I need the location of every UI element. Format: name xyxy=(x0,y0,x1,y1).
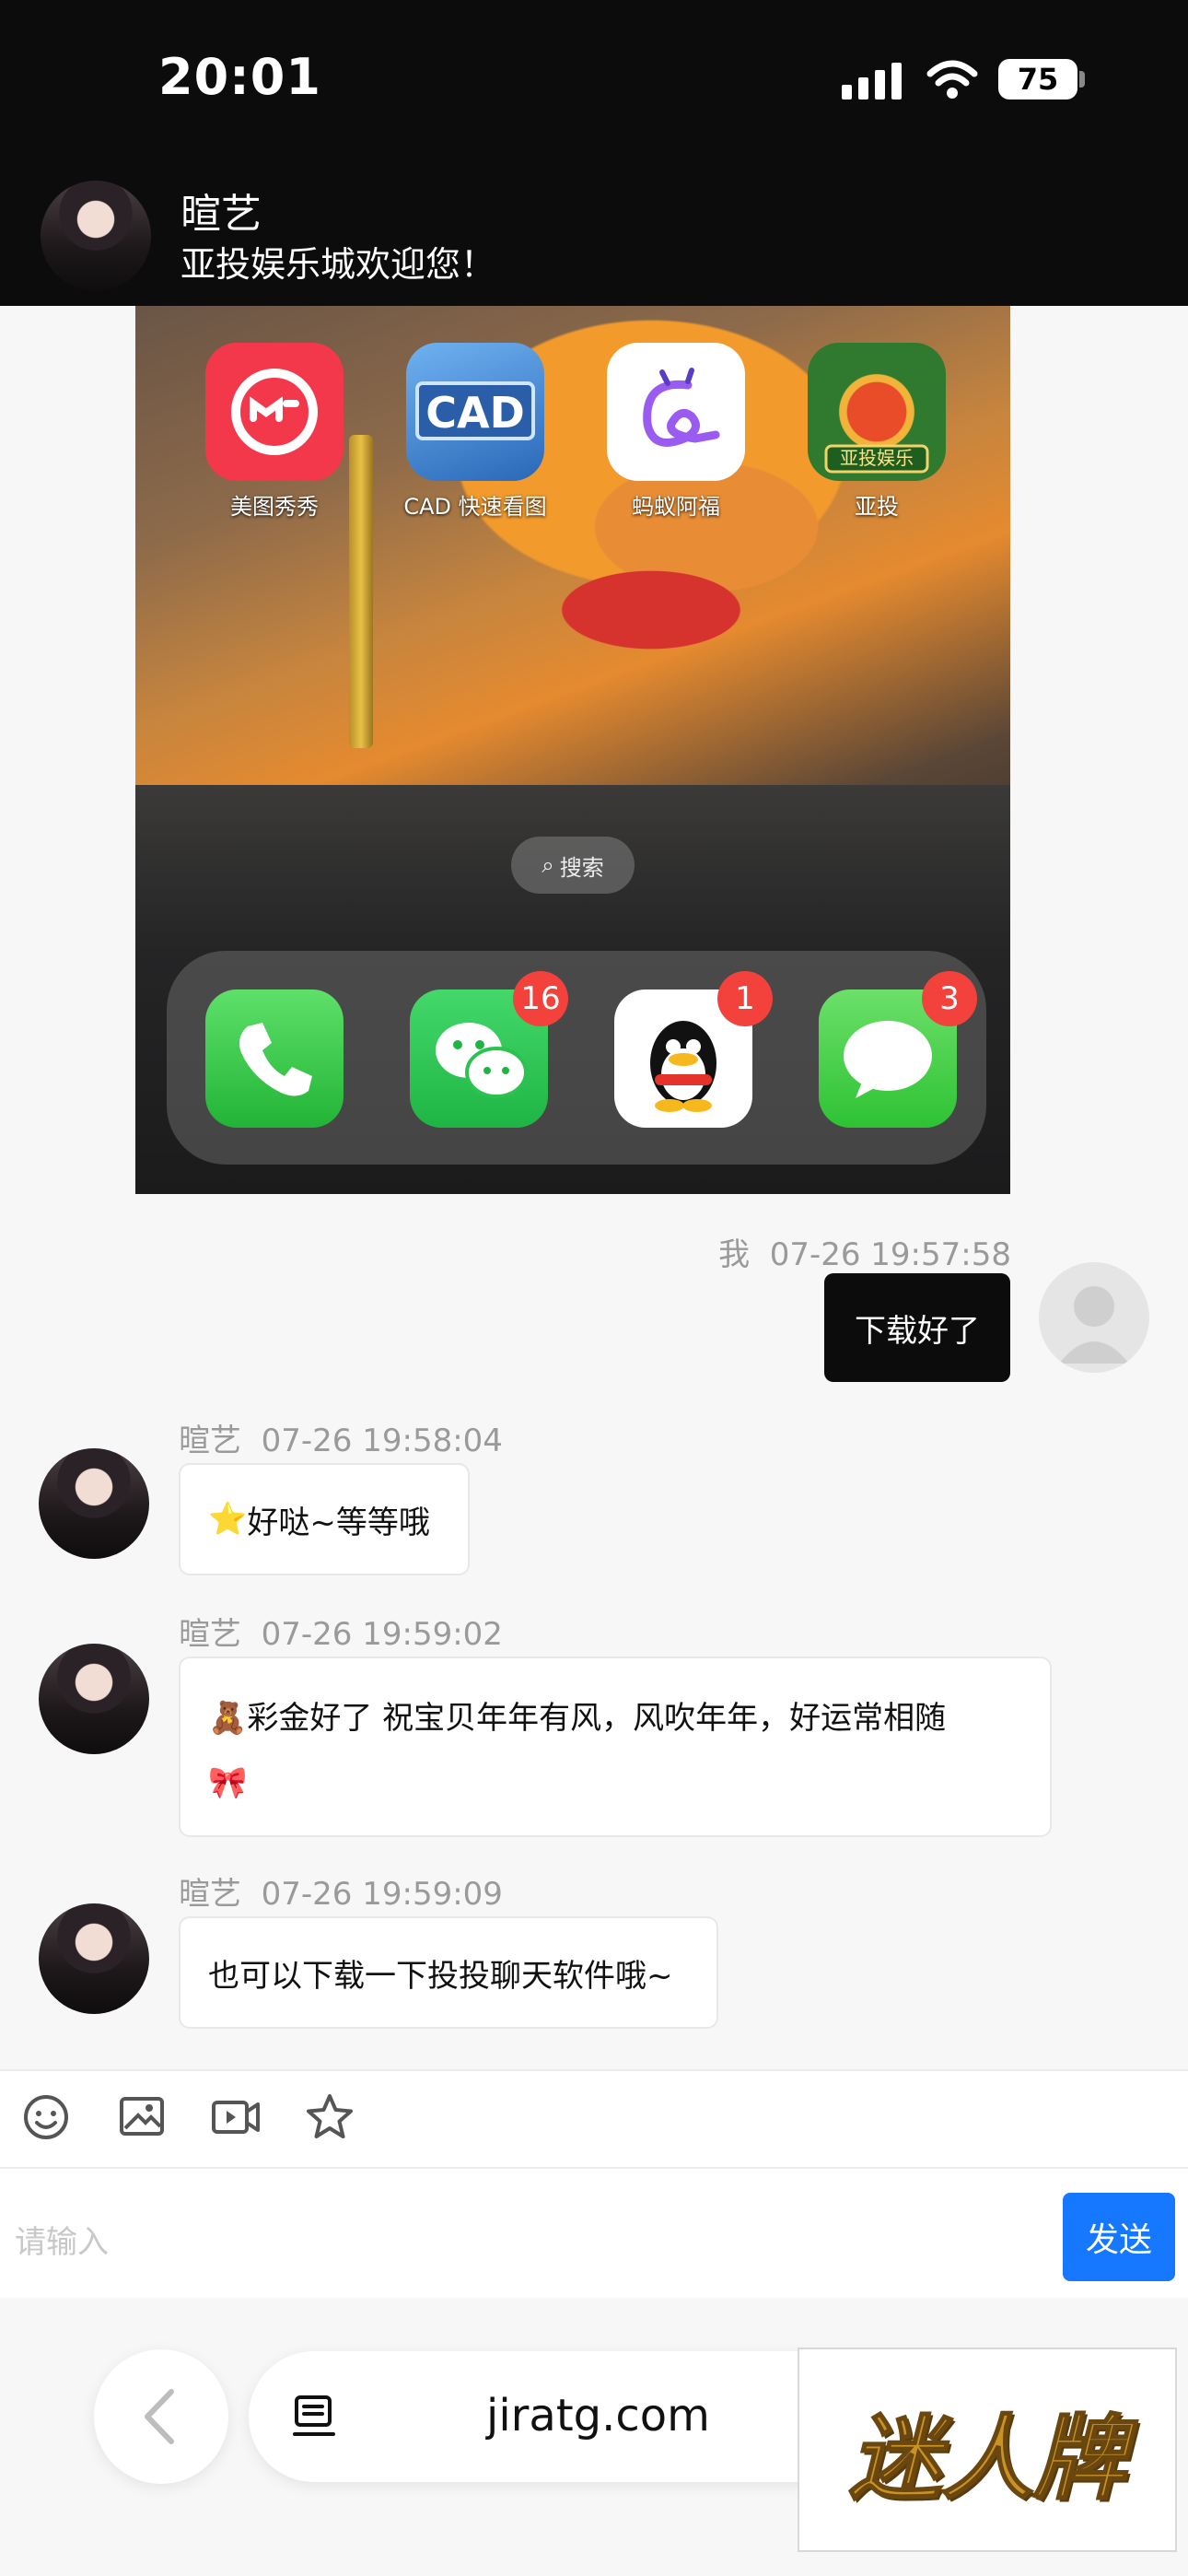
star-emoji-icon: ⭐ xyxy=(208,1501,248,1538)
chat-header xyxy=(0,166,1188,306)
wifi-icon xyxy=(926,60,978,99)
message-time: 07-26 19:59:09 xyxy=(261,1876,503,1913)
search-icon: ⌕ xyxy=(542,852,554,878)
phone-icon[interactable] xyxy=(205,989,344,1128)
app-label-cad: CAD 快速看图 xyxy=(403,494,547,520)
send-button[interactable]: 发送 xyxy=(1063,2193,1175,2281)
my-avatar[interactable] xyxy=(1039,1262,1149,1373)
app-label-yatou: 亚投 xyxy=(855,494,899,520)
app-label-ant-afu: 蚂蚁阿福 xyxy=(632,494,720,520)
messages-icon[interactable]: 3 xyxy=(819,971,977,1128)
reader-menu-icon[interactable] xyxy=(291,2394,337,2440)
outgoing-bubble[interactable]: 下载好了 xyxy=(824,1273,1010,1382)
message-meta: 暄艺 07-26 19:58:04 xyxy=(179,1415,503,1460)
message-sender: 暄艺 xyxy=(179,1876,241,1913)
battery-indicator: 75 xyxy=(998,59,1077,100)
message-time: 07-26 19:57:58 xyxy=(769,1236,1011,1273)
svg-text:亚投娱乐: 亚投娱乐 xyxy=(840,447,914,469)
cad-icon[interactable]: CAD xyxy=(406,343,544,481)
ant-afu-icon[interactable] xyxy=(607,343,745,481)
contact-avatar[interactable] xyxy=(39,1903,149,2014)
contact-avatar[interactable] xyxy=(39,1448,149,1559)
app-label-meitu: 美图秀秀 xyxy=(230,494,319,520)
message-meta: 暄艺 07-26 19:59:09 xyxy=(179,1868,503,1914)
cellular-signal-icon xyxy=(842,61,906,100)
message-text: 下载好了 xyxy=(855,1312,980,1350)
contact-subtitle: 亚投娱乐城欢迎您！ xyxy=(181,244,496,285)
ad-banner[interactable]: 迷人牌 xyxy=(798,2348,1177,2552)
image-icon[interactable] xyxy=(116,2091,168,2143)
contact-name: 暄艺 xyxy=(181,191,262,238)
contact-avatar[interactable] xyxy=(39,1644,149,1754)
message-text: 也可以下载一下投投聊天软件哦~ xyxy=(208,1957,673,1995)
emoji-icon[interactable] xyxy=(20,2091,72,2143)
message-meta: 我 07-26 19:57:58 xyxy=(718,1229,1011,1274)
message-meta: 暄艺 07-26 19:59:02 xyxy=(179,1609,503,1654)
dock: 16 1 3 xyxy=(167,951,986,1165)
message-sender: 暄艺 xyxy=(179,1423,241,1459)
status-time: 20:01 xyxy=(158,48,321,106)
incoming-bubble[interactable]: ⭐ 好哒~等等哦 xyxy=(179,1463,470,1575)
qq-badge: 1 xyxy=(717,971,773,1026)
message-time: 07-26 19:58:04 xyxy=(261,1423,503,1459)
qq-icon[interactable]: 1 xyxy=(614,971,773,1128)
message-input[interactable]: 请输入 xyxy=(15,2217,109,2262)
message-text: 彩金好了 祝宝贝年年有风，风吹年年，好运常相随 xyxy=(247,1700,947,1737)
svg-text:CAD: CAD xyxy=(425,388,525,438)
messages-badge: 3 xyxy=(922,971,977,1026)
browser-url: jiratg.com xyxy=(486,2390,710,2441)
incoming-bubble[interactable]: 🧸彩金好了 祝宝贝年年有风，风吹年年，好运常相随 🎀 xyxy=(179,1657,1052,1837)
wechat-icon[interactable]: 16 xyxy=(410,971,568,1128)
favorite-star-icon[interactable] xyxy=(304,2091,355,2143)
chevron-left-icon xyxy=(145,2389,174,2444)
wechat-badge: 16 xyxy=(513,971,568,1026)
composer-toolbar xyxy=(0,2069,1188,2167)
contact-avatar[interactable] xyxy=(41,181,151,291)
browser-back-button[interactable] xyxy=(94,2349,228,2484)
battery-tip xyxy=(1079,71,1085,88)
message-text: 好哒~等等哦 xyxy=(247,1504,430,1541)
incoming-bubble[interactable]: 也可以下载一下投投聊天软件哦~ xyxy=(179,1916,718,2029)
meitu-icon[interactable] xyxy=(205,343,344,481)
message-sender: 暄艺 xyxy=(179,1616,241,1653)
yatou-casino-icon[interactable]: 亚投娱乐 xyxy=(808,343,946,481)
default-user-icon xyxy=(1059,1286,1129,1364)
ad-text: 迷人牌 xyxy=(848,2403,1126,2513)
image-pole xyxy=(349,435,373,748)
message-time: 07-26 19:59:02 xyxy=(261,1616,503,1653)
message-sender: 我 xyxy=(718,1236,751,1273)
home-search-pill[interactable]: ⌕ 搜索 xyxy=(511,837,635,894)
video-icon[interactable] xyxy=(210,2091,262,2143)
shared-image[interactable]: 美图秀秀 CAD CAD 快速看图 蚂蚁阿福 亚投娱乐 亚投 ⌕ 搜索 16 1… xyxy=(135,306,1010,1194)
teddy-bear-emoji-icon: 🧸 xyxy=(208,1700,248,1737)
ribbon-emoji-icon: 🎀 xyxy=(208,1764,248,1801)
composer xyxy=(0,2167,1188,2298)
home-search-label: 搜索 xyxy=(559,854,604,881)
